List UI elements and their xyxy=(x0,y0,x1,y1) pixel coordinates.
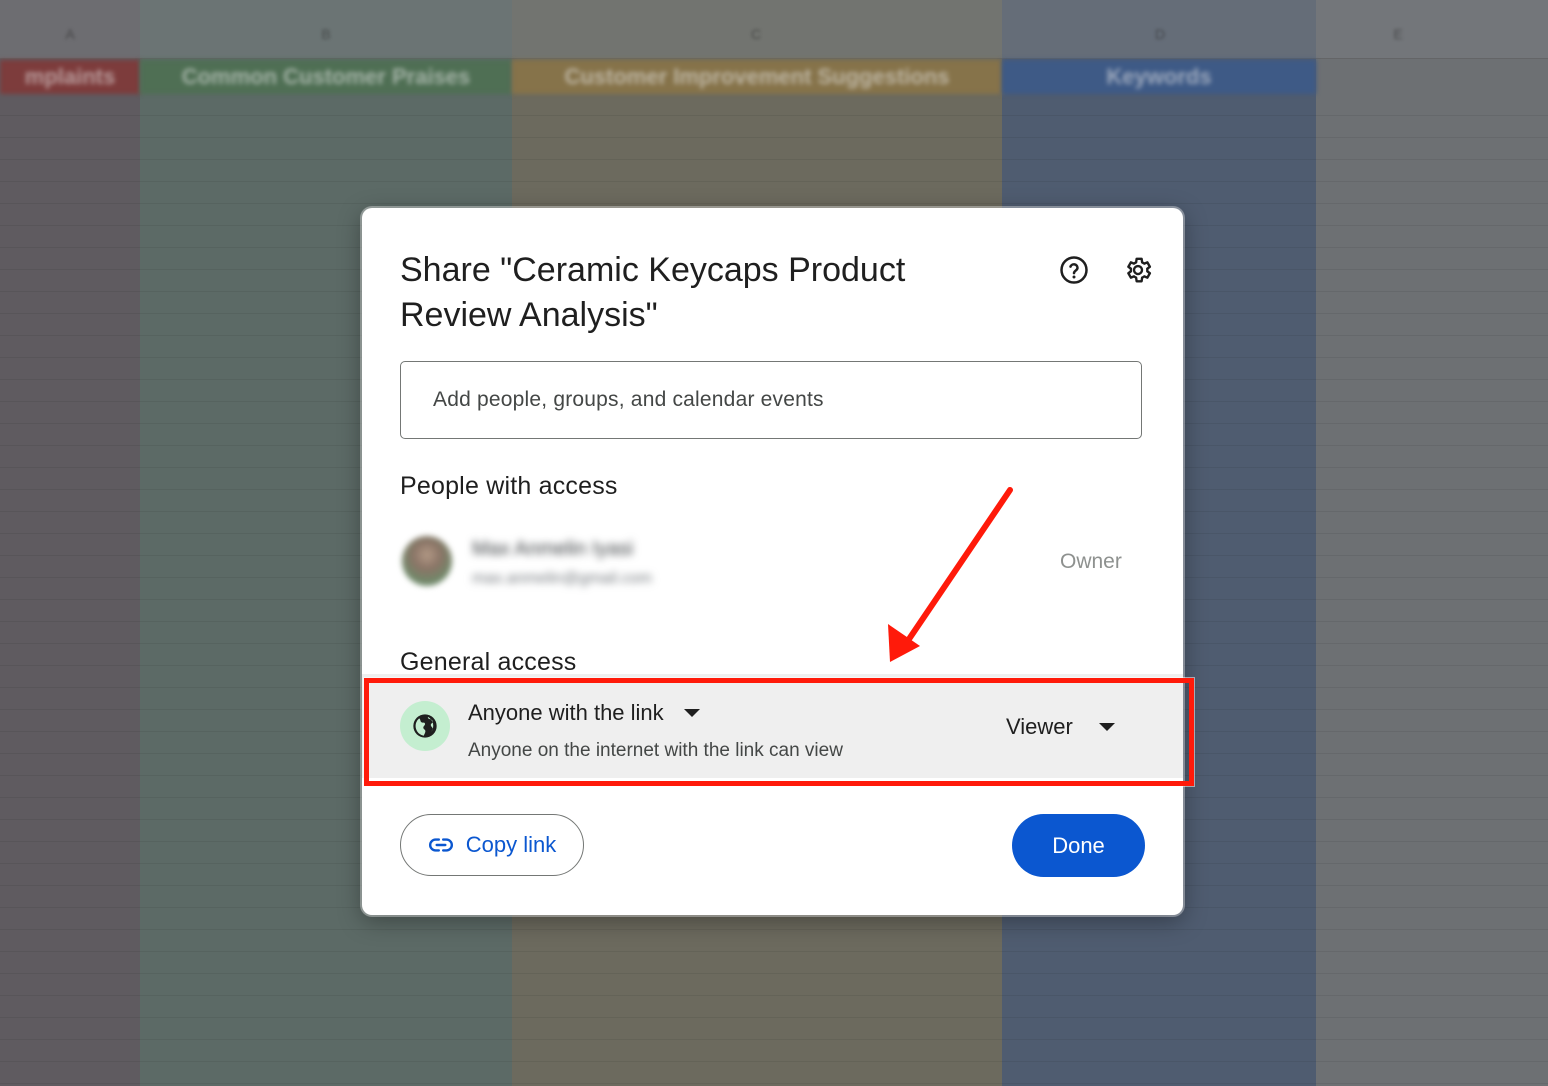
chevron-down-icon xyxy=(683,709,700,717)
help-button[interactable] xyxy=(1056,252,1092,288)
role-label: Viewer xyxy=(1006,714,1073,739)
share-dialog: Share "Ceramic Keycaps Product Review An… xyxy=(362,208,1183,915)
general-access-type-label: Anyone with the link xyxy=(468,700,664,725)
role-dropdown[interactable]: Viewer xyxy=(1006,714,1115,740)
column-letter: D xyxy=(1154,26,1166,42)
gear-icon xyxy=(1127,257,1152,283)
column-letter: A xyxy=(65,26,75,42)
chevron-down-icon xyxy=(1098,723,1115,731)
add-people-input[interactable] xyxy=(400,361,1142,439)
copy-link-label: Copy link xyxy=(465,832,557,857)
general-access-heading: General access xyxy=(400,648,577,676)
globe-icon xyxy=(413,714,437,738)
column-letter: B xyxy=(321,26,331,42)
general-access-type-dropdown[interactable]: Anyone with the link xyxy=(468,700,700,726)
done-button[interactable]: Done xyxy=(1012,814,1145,877)
copy-link-button[interactable]: Copy link xyxy=(400,814,584,876)
column-letter-row: A B C D E xyxy=(0,0,1548,59)
column-letter: C xyxy=(750,26,762,42)
header-cell-suggestions: Customer Improvement Suggestions xyxy=(512,60,1002,94)
settings-button[interactable] xyxy=(1120,252,1156,288)
column-letter: E xyxy=(1393,26,1403,42)
general-access-row: Anyone with the link Anyone on the inter… xyxy=(362,674,1183,778)
general-access-description: Anyone on the internet with the link can… xyxy=(468,740,843,761)
header-cell-keywords: Keywords xyxy=(1002,60,1316,94)
avatar xyxy=(402,536,452,586)
owner-row[interactable]: Max Anmelin Iyasi max.anmelin@gmail.com … xyxy=(400,526,1142,590)
owner-role-label: Owner xyxy=(1060,550,1122,573)
owner-name: Max Anmelin Iyasi xyxy=(472,538,634,560)
header-cell-complaints: mplaints xyxy=(0,60,140,94)
people-with-access-heading: People with access xyxy=(400,472,618,500)
globe-badge xyxy=(400,701,450,751)
owner-email: max.anmelin@gmail.com xyxy=(472,570,652,587)
link-icon xyxy=(428,838,453,852)
help-circle-icon xyxy=(1060,256,1088,284)
header-cell-praises: Common Customer Praises xyxy=(140,60,512,94)
dialog-title: Share "Ceramic Keycaps Product Review An… xyxy=(400,251,906,334)
